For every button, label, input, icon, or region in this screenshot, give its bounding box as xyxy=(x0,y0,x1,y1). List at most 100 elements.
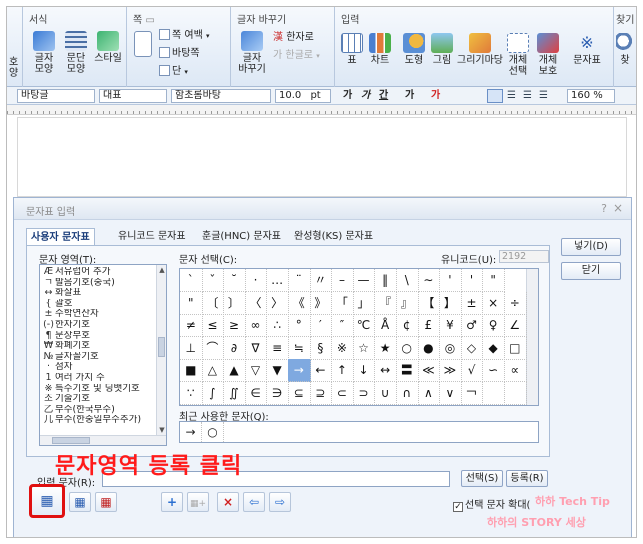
char-grid-vscroll[interactable] xyxy=(526,269,538,405)
recent-chars[interactable]: → ○ xyxy=(179,421,539,443)
char-cell[interactable]: · xyxy=(244,269,268,292)
area-list-item[interactable]: ¶ 문장부호 xyxy=(42,331,158,342)
char-cell[interactable]: ⊥ xyxy=(180,336,203,360)
char-cell[interactable]: ` xyxy=(180,269,203,292)
char-cell[interactable]: ∪ xyxy=(374,382,397,405)
table-button[interactable]: 표 xyxy=(339,33,365,66)
insert-button[interactable]: 넣기(D) xyxy=(561,238,621,256)
to-hanja-button[interactable]: 漢 한자로 xyxy=(273,31,314,45)
area-list-item[interactable]: 조 기술기호 xyxy=(42,394,158,405)
char-cell[interactable]: — xyxy=(352,269,376,292)
area-list-item[interactable]: 乙 부수(한국부수) xyxy=(42,405,158,416)
document-page[interactable] xyxy=(17,117,627,197)
edit-area-button[interactable]: ▦ xyxy=(69,492,91,512)
char-cell[interactable]: § xyxy=(309,336,333,360)
char-cell[interactable]: ◇ xyxy=(460,336,484,360)
char-cell[interactable]: ∨ xyxy=(439,382,462,405)
font-select[interactable]: 함초롬바탕 xyxy=(171,89,271,103)
close-button[interactable]: 닫기 xyxy=(561,262,621,280)
column-button[interactable]: 단 ▾ xyxy=(159,65,188,79)
char-cell[interactable]: ℃ xyxy=(352,314,376,338)
ribbon-partial-item-1[interactable]: 호 xyxy=(9,57,18,68)
add-char-grid-button[interactable]: ▦+ xyxy=(187,492,209,512)
tab-hnc-symbols[interactable]: 훈글(HNC) 문자표 xyxy=(198,228,285,246)
char-cell[interactable]: ˇ xyxy=(201,269,225,292)
char-cell[interactable]: △ xyxy=(201,359,225,383)
char-replace-button[interactable]: 글자 바꾸기 xyxy=(235,31,269,75)
char-cell[interactable]: ↑ xyxy=(331,359,354,383)
recent-char-cell[interactable]: → xyxy=(180,422,202,442)
char-cell[interactable]: ' xyxy=(439,269,462,292)
char-cell[interactable]: 《 xyxy=(288,291,311,315)
scroll-thumb[interactable] xyxy=(158,337,165,357)
char-shape-button[interactable]: 글자 모양 xyxy=(29,31,59,75)
hscroll-thumb[interactable] xyxy=(52,437,90,444)
char-cell[interactable]: 『 xyxy=(374,291,397,315)
close-icon[interactable]: × xyxy=(613,201,623,215)
help-icon[interactable]: ? xyxy=(601,202,607,215)
char-cell[interactable]: ♂ xyxy=(460,314,484,338)
area-list-item[interactable]: 几 부수(한중일부수추가) xyxy=(42,415,158,426)
strike-button[interactable]: 가 xyxy=(405,89,414,103)
char-cell[interactable] xyxy=(482,382,505,405)
scroll-down-icon[interactable]: ▼ xyxy=(157,425,166,435)
char-cell[interactable]: ≤ xyxy=(201,314,225,338)
char-cell[interactable]: 〕 xyxy=(223,291,246,315)
char-cell[interactable]: ￢ xyxy=(460,382,484,405)
char-cell[interactable]: £ xyxy=(417,314,441,338)
enlarge-checkbox[interactable]: ✓ 선택 문자 확대( xyxy=(453,496,530,512)
area-list-item[interactable]: · 점자 xyxy=(42,362,158,373)
char-cell[interactable]: ∂ xyxy=(223,336,246,360)
char-cell[interactable]: ∋ xyxy=(266,382,289,405)
area-list-item[interactable]: ± 수학연산자 xyxy=(42,309,158,320)
char-cell[interactable]: … xyxy=(266,269,289,292)
char-cell[interactable]: ⊃ xyxy=(352,382,376,405)
chart-button[interactable]: 차트 xyxy=(367,33,393,66)
area-list-item[interactable]: № 글자꼴기호 xyxy=(42,352,158,363)
char-cell[interactable]: ● xyxy=(417,336,441,360)
align-right-icon[interactable]: ☰ xyxy=(539,89,548,103)
char-cell[interactable]: ≪ xyxy=(417,359,441,383)
char-cell[interactable]: ∽ xyxy=(482,359,505,383)
area-list-item[interactable]: ↔ 화살표 xyxy=(42,288,158,299)
tab-unicode-symbols[interactable]: 유니코드 문자표 xyxy=(114,228,190,246)
area-list-item[interactable]: ※ 특수기호 및 딩뱃기호 xyxy=(42,384,158,395)
style-select[interactable]: 바탕글 xyxy=(17,89,95,103)
char-cell[interactable]: ↓ xyxy=(352,359,376,383)
char-cell[interactable]: ∇ xyxy=(244,336,268,360)
char-cell[interactable]: → xyxy=(288,359,311,383)
char-cell[interactable]: 』 xyxy=(396,291,419,315)
area-list-item[interactable]: (-)한자기호 xyxy=(42,320,158,331)
align-left-icon[interactable]: ☰ xyxy=(507,89,516,103)
char-cell[interactable]: ÷ xyxy=(504,291,527,315)
to-hangul-button[interactable]: 가 한글로 ▾ xyxy=(273,49,320,63)
zoom-select[interactable]: 160 % xyxy=(567,89,615,103)
symbol-table-button[interactable]: ※ 문자표 xyxy=(571,33,603,66)
char-cell[interactable]: ∝ xyxy=(504,359,527,383)
ribbon-partial-item-2[interactable]: 양 xyxy=(9,68,18,79)
char-cell[interactable]: " xyxy=(482,269,505,292)
char-cell[interactable]: ⊂ xyxy=(331,382,354,405)
object-protect-button[interactable]: 개체 보호 xyxy=(533,33,563,77)
char-cell[interactable]: × xyxy=(482,291,505,315)
char-cell[interactable]: ∧ xyxy=(417,382,441,405)
char-cell[interactable]: ∼ xyxy=(417,269,441,292)
char-cell[interactable]: ∠ xyxy=(504,314,527,338)
font-color-button[interactable]: 가 xyxy=(431,89,440,103)
select-button[interactable]: 선택(S) xyxy=(461,470,503,487)
char-cell[interactable]: 【 xyxy=(417,291,441,315)
char-cell[interactable]: ■ xyxy=(180,359,203,383)
char-cell[interactable]: ⌒ xyxy=(201,336,225,360)
area-list-item[interactable]: 1 여러 가지 수 xyxy=(42,373,158,384)
char-cell[interactable]: ≡ xyxy=(266,336,289,360)
move-right-button[interactable]: ⇨ xyxy=(269,492,291,512)
char-cell[interactable]: ▽ xyxy=(244,359,268,383)
unicode-field[interactable]: 2192 xyxy=(499,250,549,263)
add-area-button[interactable]: ▦ xyxy=(29,484,65,518)
char-cell[interactable]: ※ xyxy=(331,336,354,360)
area-list-item[interactable]: Æ 서유럽어 추가 xyxy=(42,267,158,278)
char-cell[interactable]: ♀ xyxy=(482,314,505,338)
char-cell[interactable]: Å xyxy=(374,314,397,338)
delete-char-button[interactable]: × xyxy=(217,492,239,512)
char-cell[interactable]: □ xyxy=(504,336,527,360)
